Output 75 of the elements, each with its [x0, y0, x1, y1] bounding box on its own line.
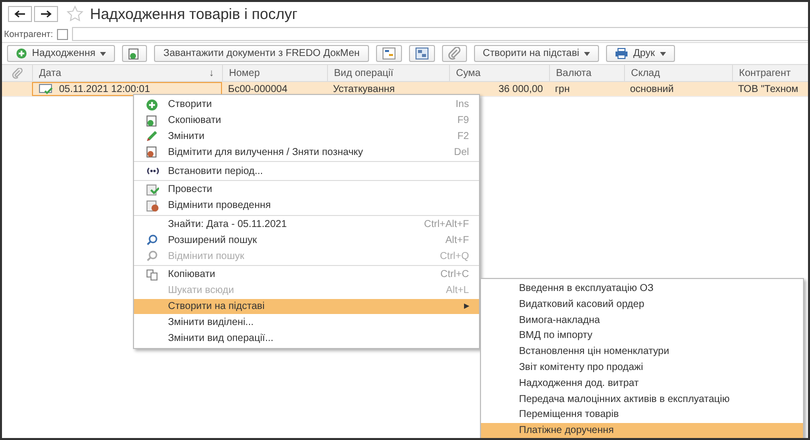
menu-item[interactable]: Провести	[134, 182, 479, 198]
pencil-icon	[146, 130, 158, 142]
document-icon	[382, 47, 396, 60]
table-cell: Бс00-000004	[228, 84, 288, 94]
column-header[interactable]: Вид операції	[327, 65, 449, 81]
filter-field[interactable]	[72, 27, 808, 41]
submenu-item[interactable]: ВМД по імпорту	[481, 328, 803, 344]
menu-item[interactable]: Створити Ins	[134, 97, 479, 113]
column-header[interactable]: Склад	[624, 65, 732, 81]
filter-label: Контрагент:	[4, 29, 54, 39]
caret-icon	[100, 52, 106, 56]
toolbar-icon-button[interactable]	[408, 45, 435, 62]
copy-icon	[146, 268, 158, 281]
column-header[interactable]: Дата ↓	[32, 65, 222, 81]
table-cell: Устаткування	[333, 84, 395, 94]
column-header[interactable]: Валюта	[549, 65, 624, 81]
table-cell: 36 000,00	[498, 84, 543, 94]
plus-icon	[16, 48, 27, 59]
attachment-icon	[12, 68, 22, 78]
toolbar-button[interactable]: Створити на підставі	[474, 45, 600, 62]
toolbar-icon-button[interactable]	[122, 45, 148, 62]
period-icon	[146, 167, 160, 176]
toolbar-icon-button[interactable]	[376, 45, 402, 62]
toolbar-button[interactable]: Надходження	[7, 45, 116, 62]
column-header[interactable]: Сума	[449, 65, 549, 81]
submenu-item[interactable]: Вимога-накладна	[481, 312, 803, 328]
posted-document-icon	[39, 84, 53, 94]
menu-item[interactable]: Відмінити проведення	[134, 198, 479, 214]
column-header[interactable]: Номер	[222, 65, 327, 81]
toolbar-button[interactable]: Друк	[606, 45, 675, 62]
submenu-item[interactable]: Введення в експлуатацію ОЗ	[481, 281, 803, 297]
table-cell: грн	[555, 84, 570, 94]
star-icon[interactable]	[66, 5, 84, 23]
menu-item[interactable]: Встановити період...	[134, 163, 479, 179]
column-header[interactable]: Контрагент	[732, 65, 808, 81]
submenu-item[interactable]: Переміщення товарів	[481, 407, 803, 424]
table-cell: ТОВ "Техном	[738, 84, 798, 94]
copy-icon	[146, 114, 158, 127]
submenu-item[interactable]: Надходження дод. витрат	[481, 376, 803, 392]
table-cell: 05.11.2021 12:00:01	[59, 84, 150, 94]
menu-item[interactable]: Копіювати Ctrl+C	[134, 266, 479, 283]
menu-item[interactable]: Розширений пошук Alt+F	[134, 232, 479, 248]
menu-item[interactable]: Скопіювати F9	[134, 112, 479, 129]
window-title: Надходження товарів і послуг	[90, 6, 298, 22]
menu-item[interactable]: Знайти: Дата - 05.11.2021 Ctrl+Alt+F	[134, 216, 479, 232]
table-cell: основний	[630, 84, 674, 94]
menu-item[interactable]: Відмітити для вилучення / Зняти позначку Del	[134, 144, 479, 160]
submenu-item[interactable]: Платіжне доручення	[481, 423, 803, 438]
menu-item[interactable]: Змінити вид операції...	[134, 330, 479, 346]
copy-icon	[128, 47, 142, 60]
plus-icon	[146, 98, 158, 111]
back-button[interactable]	[8, 6, 32, 22]
attach-button[interactable]	[442, 45, 467, 62]
structure-icon	[414, 47, 429, 60]
toolbar-button[interactable]: Завантажити документи з FREDO ДокМен	[154, 45, 369, 62]
menu-item[interactable]: Змінити F2	[134, 128, 479, 144]
search-icon	[146, 250, 158, 262]
search-icon	[146, 234, 158, 246]
caret-icon	[660, 52, 666, 56]
filter-checkbox[interactable]	[57, 28, 68, 40]
caret-icon	[584, 52, 590, 56]
table-row[interactable]: 05.11.2021 12:00:01 Бс00-000004 Устаткування 36 000,00 грн основний ТОВ "Техном	[2, 82, 808, 97]
forward-button[interactable]	[34, 6, 58, 22]
submenu-item[interactable]: Видатковий касовий ордер	[481, 296, 803, 313]
delete-mark-icon	[146, 146, 158, 158]
submenu-item[interactable]: Встановлення цін номенклатури	[481, 344, 803, 360]
submenu-item[interactable]: Передача малоцінних активів в експлуатацію	[481, 392, 803, 408]
post-icon	[146, 184, 159, 196]
printer-icon	[615, 48, 628, 59]
unpost-icon	[146, 200, 159, 212]
forward-arrow-icon	[40, 10, 52, 18]
menu-item[interactable]: Змінити виділені...	[134, 314, 479, 330]
paperclip-icon	[448, 47, 461, 60]
back-arrow-icon	[14, 10, 26, 18]
submenu-item[interactable]: Звіт комітенту про продажі	[481, 360, 803, 376]
